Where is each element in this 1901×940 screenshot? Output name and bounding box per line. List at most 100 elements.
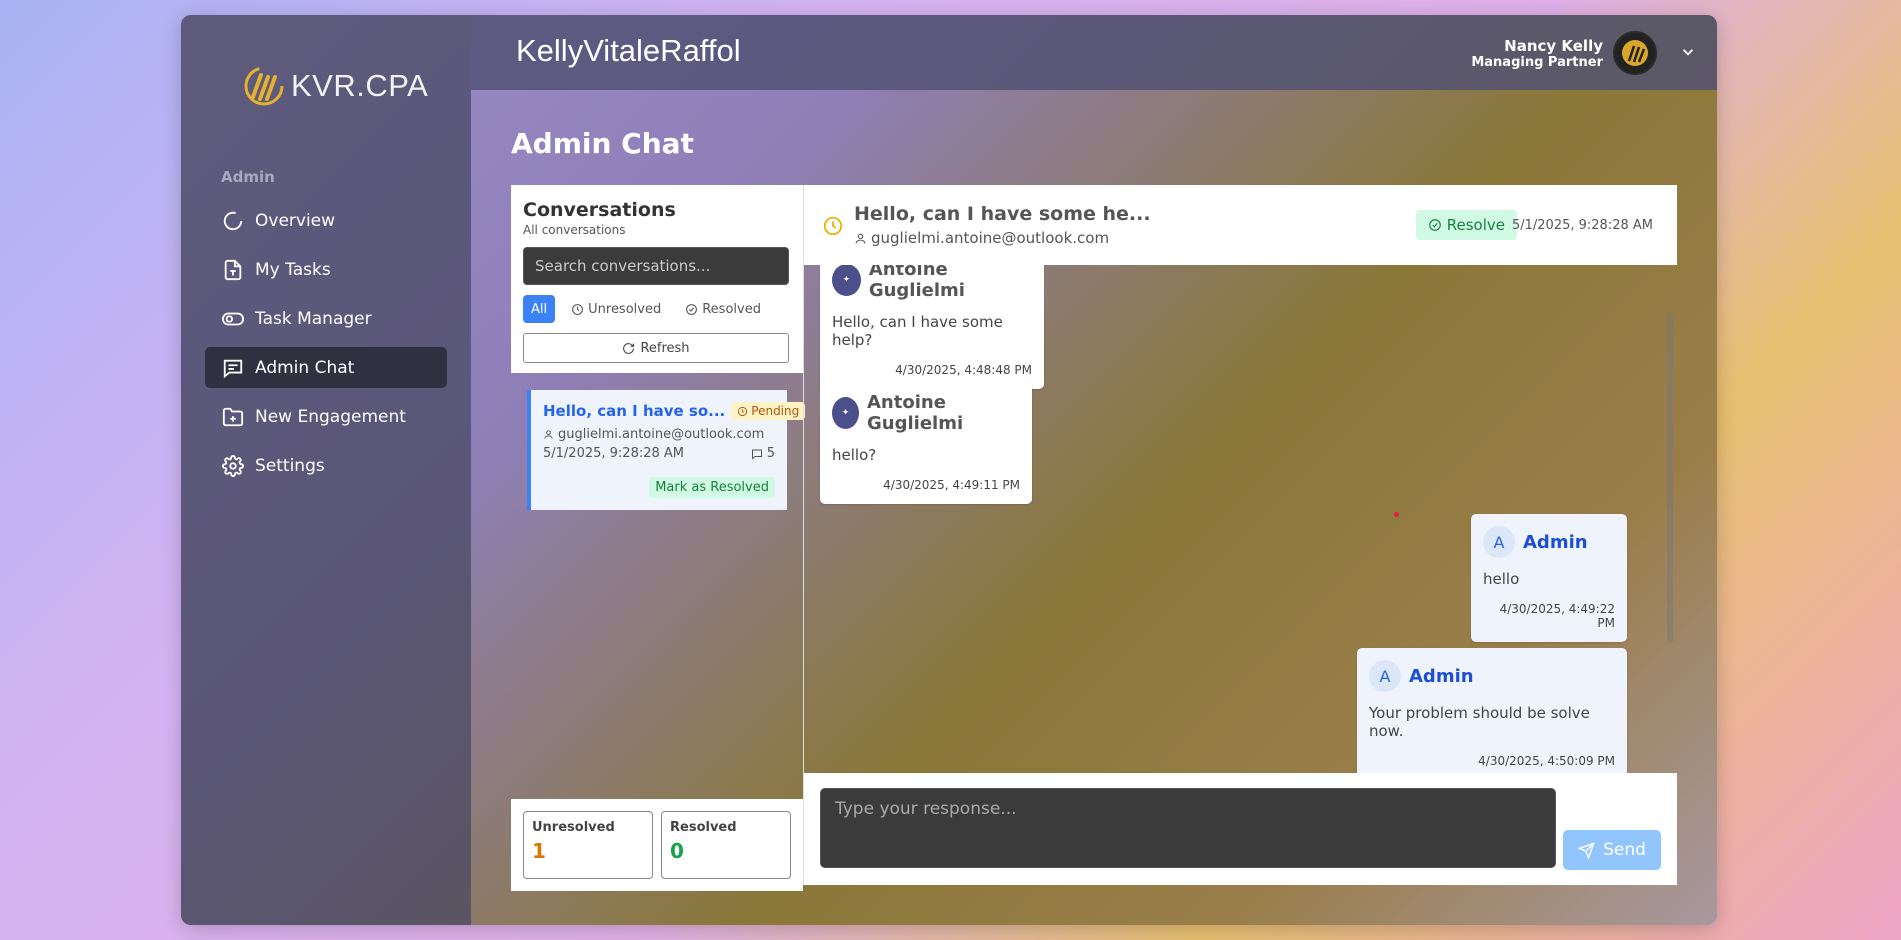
resolve-button[interactable]: Resolve bbox=[1415, 210, 1517, 240]
message-bubble: A Admin Your problem should be solve now… bbox=[1357, 648, 1627, 773]
mark-resolved-button[interactable]: Mark as Resolved bbox=[649, 477, 775, 498]
clock-icon bbox=[738, 406, 748, 416]
message-count: 5 bbox=[751, 446, 775, 461]
chat-icon bbox=[222, 357, 244, 379]
user-info: Nancy Kelly Managing Partner bbox=[1471, 37, 1603, 70]
user-role: Managing Partner bbox=[1471, 54, 1603, 70]
avatar: ✦ bbox=[832, 265, 861, 296]
stats-panel: Unresolved 1 Resolved 0 bbox=[511, 799, 803, 891]
message-time: 4/30/2025, 4:48:48 PM bbox=[895, 363, 1032, 377]
list-item[interactable]: Hello, can I have so... Pending guglielm… bbox=[527, 390, 806, 510]
filter-all[interactable]: All bbox=[523, 295, 556, 323]
clock-icon bbox=[823, 216, 843, 236]
chat-header: Hello, can I have some he... guglielmi.a… bbox=[803, 185, 1677, 265]
message-author: Antoine Guglielmi bbox=[868, 265, 965, 301]
conversation-title: Hello, can I have so... bbox=[543, 402, 726, 420]
cursor-marker bbox=[1394, 512, 1399, 517]
send-button[interactable]: Send bbox=[1563, 830, 1661, 870]
logo-text: KVR.CPA bbox=[291, 68, 429, 103]
stat-label: Resolved bbox=[670, 820, 737, 835]
reply-input[interactable]: Type your response... bbox=[820, 788, 1556, 868]
page-title: Admin Chat bbox=[511, 127, 694, 160]
email-text: guglielmi.antoine@outlook.com bbox=[558, 427, 765, 442]
count-text: 5 bbox=[766, 446, 775, 461]
sidebar-item-label: Settings bbox=[255, 455, 325, 476]
refresh-icon bbox=[623, 342, 635, 354]
status-badge: Pending bbox=[731, 402, 806, 420]
conversations-title: Conversations bbox=[523, 199, 676, 221]
send-label: Send bbox=[1603, 840, 1646, 860]
user-icon bbox=[544, 430, 553, 439]
app-window: KVR.CPA Admin Overview My Tasks Task Man bbox=[181, 15, 1717, 925]
conversations-panel: Conversations All conversations Search c… bbox=[511, 185, 806, 891]
filter-label: All bbox=[531, 301, 548, 317]
search-input[interactable]: Search conversations... bbox=[523, 247, 789, 285]
conversations-subtitle: All conversations bbox=[523, 223, 626, 237]
unresolved-stat: Unresolved 1 bbox=[523, 811, 653, 879]
loader-icon bbox=[222, 210, 244, 232]
chevron-down-icon[interactable] bbox=[1679, 43, 1697, 61]
message-icon bbox=[751, 449, 762, 460]
send-icon bbox=[1578, 841, 1595, 859]
conversation-list: Hello, can I have so... Pending guglielm… bbox=[511, 373, 806, 799]
message-text: hello bbox=[1483, 570, 1520, 588]
folder-plus-icon bbox=[222, 406, 244, 428]
sidebar-item-label: Overview bbox=[255, 210, 336, 231]
message-list[interactable]: ✦ Antoine Guglielmi Hello, can I have so… bbox=[803, 265, 1677, 773]
user-icon bbox=[855, 233, 866, 243]
sidebar-item-label: New Engagement bbox=[255, 406, 406, 427]
filter-resolved[interactable]: Resolved bbox=[677, 295, 769, 323]
gear-icon bbox=[222, 454, 244, 477]
avatar: A bbox=[1483, 526, 1515, 558]
sidebar-nav: Overview My Tasks Task Manager Admin Cha… bbox=[205, 200, 447, 494]
sidebar-item-task-manager[interactable]: Task Manager bbox=[205, 298, 447, 339]
filter-label: Unresolved bbox=[588, 301, 662, 317]
email-text: guglielmi.antoine@outlook.com bbox=[871, 229, 1110, 247]
message-bubble: ✦ Antoine Guglielmi hello? 4/30/2025, 4:… bbox=[820, 380, 1032, 504]
resolve-label: Resolve bbox=[1446, 216, 1505, 234]
file-task-icon bbox=[222, 259, 244, 281]
message-author: Admin bbox=[1409, 665, 1474, 687]
clock-icon bbox=[572, 303, 584, 315]
conversation-date: 5/1/2025, 9:28:28 AM bbox=[543, 446, 685, 461]
sidebar-item-label: Task Manager bbox=[255, 308, 372, 329]
chat-panel: Hello, can I have some he... guglielmi.a… bbox=[803, 185, 1677, 885]
sidebar-item-label: My Tasks bbox=[255, 259, 331, 280]
message-text: hello? bbox=[832, 446, 877, 464]
message-time: 4/30/2025, 4:50:09 PM bbox=[1478, 754, 1615, 768]
sidebar-item-new-engagement[interactable]: New Engagement bbox=[205, 396, 447, 437]
message-author: Admin bbox=[1523, 531, 1588, 553]
status-label: Pending bbox=[751, 404, 800, 418]
stat-value: 1 bbox=[532, 839, 546, 863]
sidebar-item-my-tasks[interactable]: My Tasks bbox=[205, 249, 447, 290]
message-text: Your problem should be solve now. bbox=[1369, 704, 1590, 740]
sidebar-item-settings[interactable]: Settings bbox=[205, 445, 447, 486]
filter-label: Resolved bbox=[702, 301, 761, 317]
top-header: KellyVitaleRaffol Nancy Kelly Managing P… bbox=[471, 15, 1717, 90]
logo[interactable]: KVR.CPA bbox=[243, 65, 428, 107]
avatar: A bbox=[1369, 660, 1401, 692]
avatar[interactable] bbox=[1613, 31, 1657, 75]
chat-date: 5/1/2025, 9:28:28 AM bbox=[1511, 218, 1653, 233]
check-circle-icon bbox=[1428, 219, 1441, 231]
sidebar: KVR.CPA Admin Overview My Tasks Task Man bbox=[181, 15, 471, 925]
message-author: Antoine Guglielmi bbox=[867, 392, 964, 434]
message-text: Hello, can I have some help? bbox=[832, 313, 1003, 349]
sidebar-item-overview[interactable]: Overview bbox=[205, 200, 447, 241]
scrollbar[interactable] bbox=[1667, 313, 1673, 643]
stat-value: 0 bbox=[670, 839, 684, 863]
user-menu[interactable]: Nancy Kelly Managing Partner bbox=[1471, 31, 1657, 75]
brand-title: KellyVitaleRaffol bbox=[516, 33, 741, 68]
sidebar-item-admin-chat[interactable]: Admin Chat bbox=[205, 347, 447, 388]
filter-unresolved[interactable]: Unresolved bbox=[563, 295, 669, 323]
user-name: Nancy Kelly bbox=[1504, 36, 1603, 55]
message-time: 4/30/2025, 4:49:11 PM bbox=[883, 478, 1020, 492]
resolved-stat: Resolved 0 bbox=[661, 811, 791, 879]
check-circle-icon bbox=[686, 303, 698, 315]
message-bubble: A Admin hello 4/30/2025, 4:49:22 PM bbox=[1471, 514, 1627, 642]
refresh-button[interactable]: Refresh bbox=[523, 333, 789, 363]
reply-area: Type your response... Send bbox=[803, 773, 1677, 885]
nav-section-label: Admin bbox=[221, 168, 275, 186]
chat-email: guglielmi.antoine@outlook.com bbox=[854, 229, 1109, 247]
toggle-icon bbox=[222, 308, 244, 330]
